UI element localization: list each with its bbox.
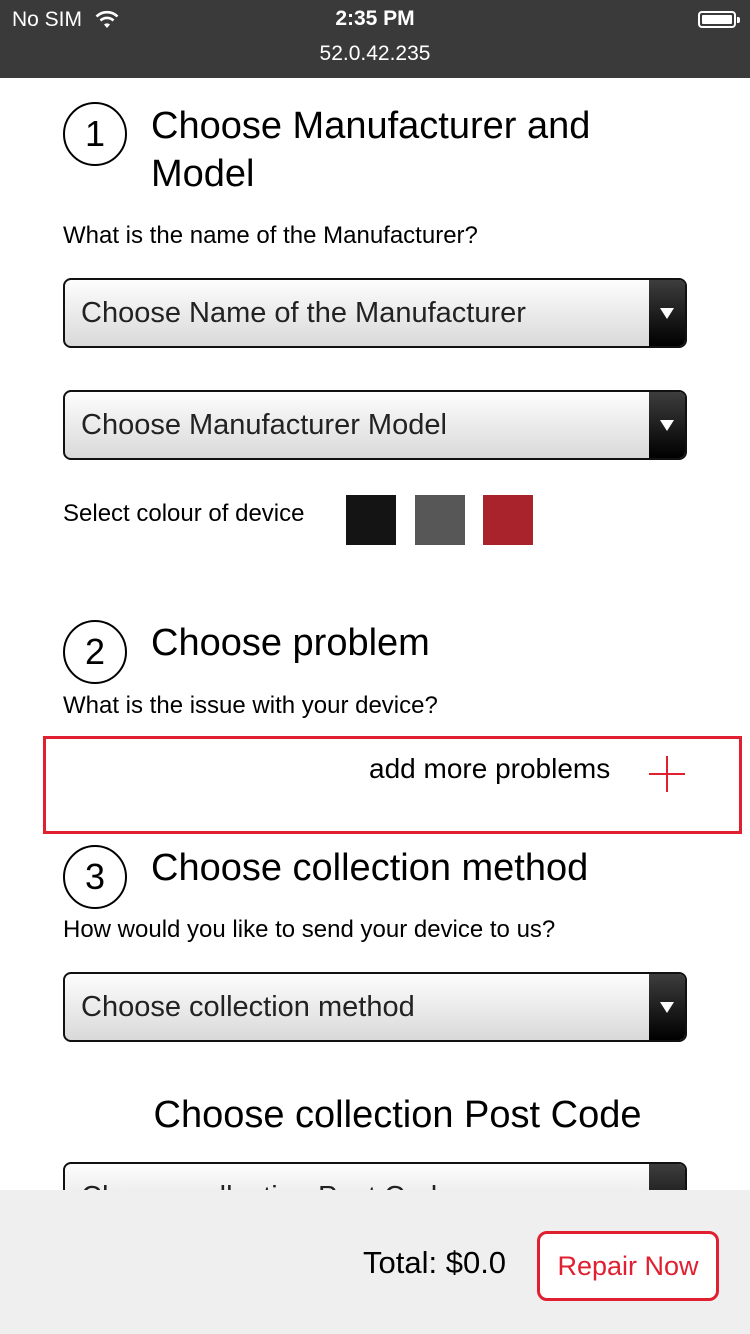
step-3-title: Choose collection method (151, 847, 589, 889)
status-time: 2:35 PM (335, 7, 415, 30)
battery-icon (698, 11, 740, 28)
model-select[interactable]: Choose Manufacturer Model (63, 390, 687, 460)
plus-icon[interactable] (649, 756, 685, 792)
page-url[interactable]: 52.0.42.235 (0, 42, 750, 66)
colour-swatch-grey[interactable] (415, 495, 465, 545)
manufacturer-select-value: Choose Name of the Manufacturer (81, 297, 526, 329)
step-1-number: 1 (63, 102, 127, 166)
problems-box (43, 736, 742, 834)
model-select-value: Choose Manufacturer Model (81, 409, 447, 441)
manufacturer-question: What is the name of the Manufacturer? (63, 222, 478, 249)
step-1-title: Choose Manufacturer and Model (151, 102, 590, 198)
colour-swatch-red[interactable] (483, 495, 533, 545)
collection-question: How would you like to send your device t… (63, 916, 556, 943)
postcode-title: Choose collection Post Code (153, 1094, 642, 1136)
colour-label: Select colour of device (63, 500, 305, 527)
chevron-down-icon[interactable] (649, 974, 685, 1040)
step-2-number: 2 (63, 620, 127, 684)
step-3-number: 3 (63, 845, 127, 909)
collection-method-select-value: Choose collection method (81, 991, 415, 1023)
add-problems-link[interactable]: add more problems (369, 753, 610, 785)
chevron-down-icon[interactable] (649, 280, 685, 346)
total-price: Total: $0.0 (363, 1245, 507, 1280)
collection-method-select[interactable]: Choose collection method (63, 972, 687, 1042)
problem-question: What is the issue with your device? (63, 692, 438, 719)
step-2-title: Choose problem (151, 622, 430, 664)
status-bar: No SIM 2:35 PM 52.0.42.235 (0, 0, 750, 78)
colour-swatch-black[interactable] (346, 495, 396, 545)
step-1-title-line2: Model (151, 153, 255, 195)
manufacturer-select[interactable]: Choose Name of the Manufacturer (63, 278, 687, 348)
repair-now-button[interactable]: Repair Now (537, 1231, 719, 1301)
chevron-down-icon[interactable] (649, 392, 685, 458)
step-1-title-line1: Choose Manufacturer and (151, 105, 591, 147)
